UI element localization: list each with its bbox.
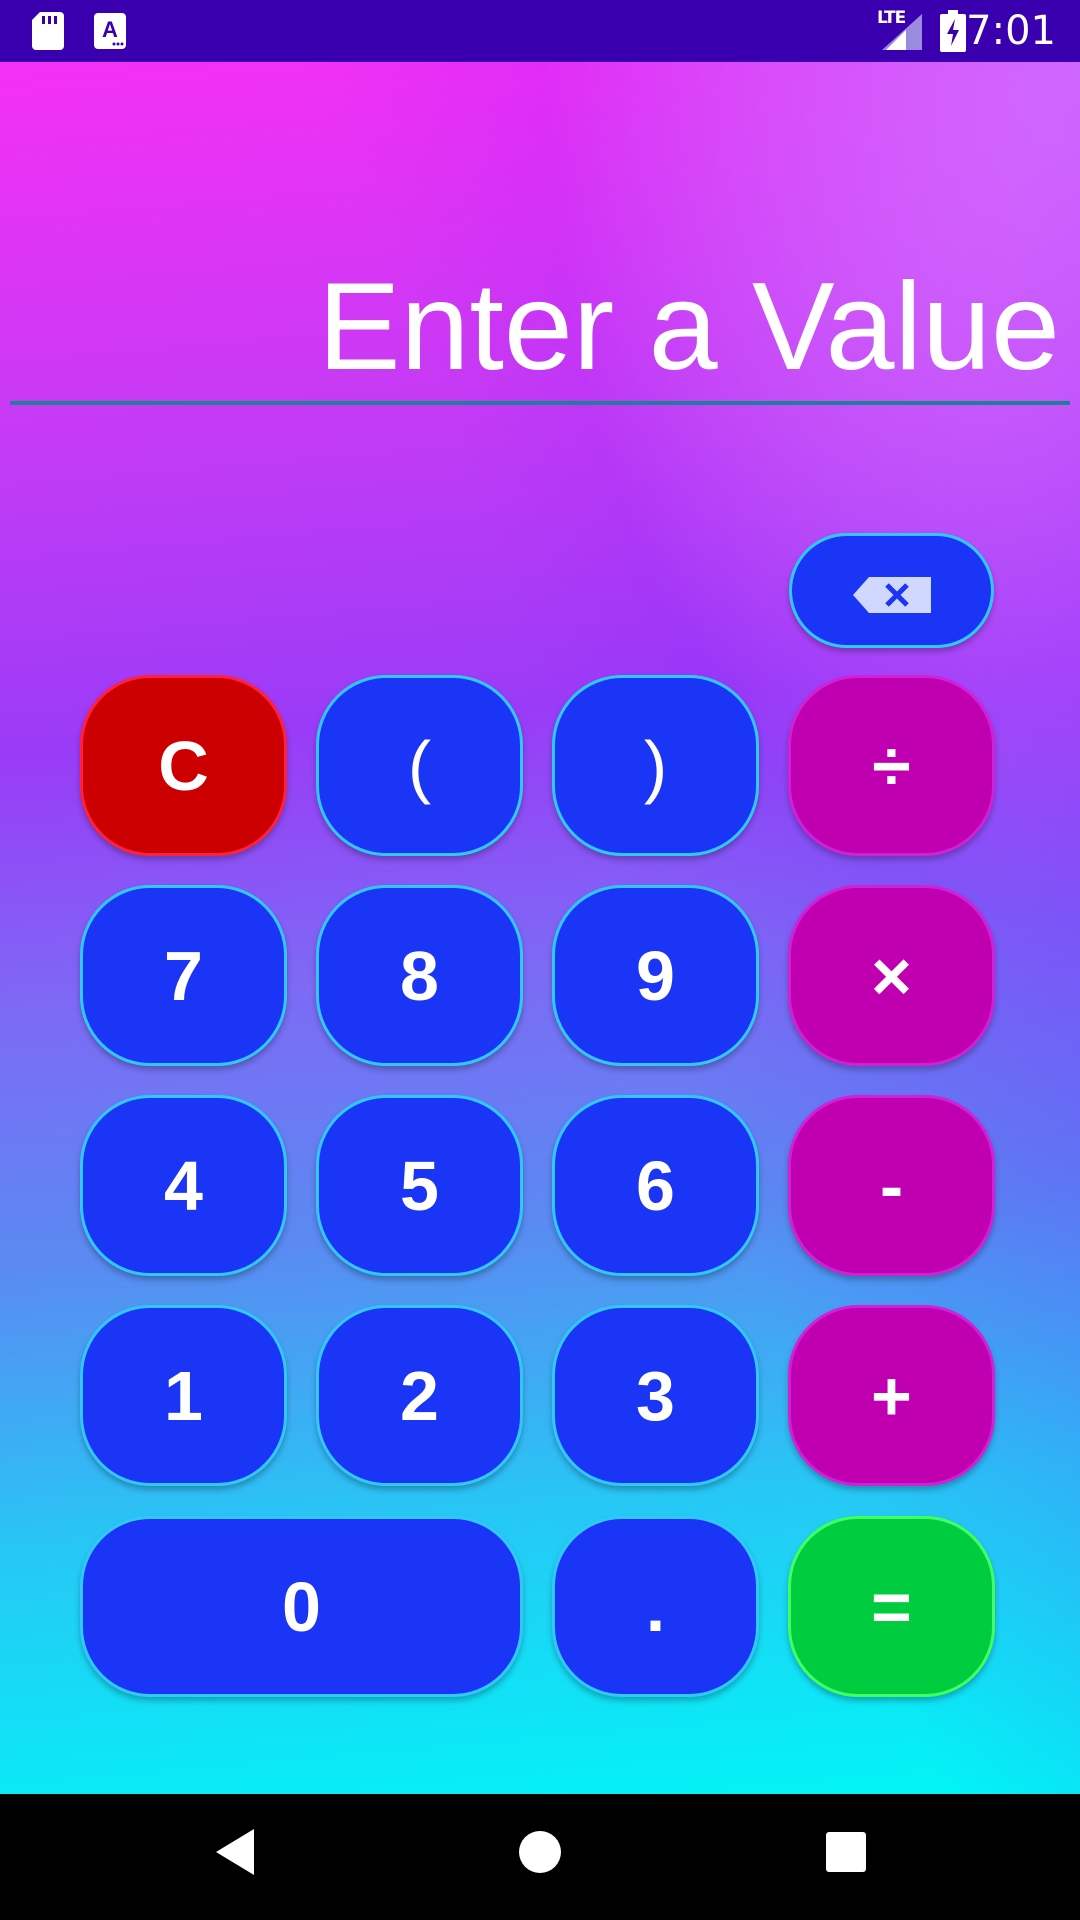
lte-signal-icon	[882, 14, 922, 54]
decimal-button[interactable]: .	[552, 1516, 759, 1697]
multiply-button[interactable]: ×	[788, 885, 995, 1066]
open-paren-button[interactable]: (	[316, 675, 523, 856]
navigation-bar	[0, 1794, 1080, 1920]
digit-2-button[interactable]: 2	[316, 1305, 523, 1486]
digit-5-button[interactable]: 5	[316, 1095, 523, 1276]
digit-7-button[interactable]: 7	[80, 885, 287, 1066]
clear-button[interactable]: C	[80, 675, 287, 856]
backspace-icon	[852, 551, 931, 631]
display-underline	[10, 401, 1070, 405]
digit-9-button[interactable]: 9	[552, 885, 759, 1066]
home-icon[interactable]	[518, 1827, 562, 1881]
digit-8-button[interactable]: 8	[316, 885, 523, 1066]
battery-charging-icon	[940, 10, 966, 56]
back-icon[interactable]	[214, 1827, 258, 1881]
backspace-button[interactable]	[789, 533, 994, 648]
equals-button[interactable]: =	[788, 1516, 995, 1697]
close-paren-button[interactable]: )	[552, 675, 759, 856]
digit-4-button[interactable]: 4	[80, 1095, 287, 1276]
text-input-icon: A	[94, 13, 126, 53]
digit-1-button[interactable]: 1	[80, 1305, 287, 1486]
expression-display[interactable]: Enter a Value	[10, 252, 1070, 402]
digit-3-button[interactable]: 3	[552, 1305, 759, 1486]
digit-0-button[interactable]: 0	[80, 1516, 523, 1697]
minus-button[interactable]: -	[788, 1095, 995, 1276]
divide-button[interactable]: ÷	[788, 675, 995, 856]
sd-card-icon	[32, 12, 64, 54]
status-bar: A LTE 7:01	[0, 0, 1080, 62]
calculator-screen: Enter a Value C ( ) ÷ 7 8 9 × 4 5 6 - 1 …	[0, 62, 1080, 1794]
plus-button[interactable]: +	[788, 1305, 995, 1486]
digit-6-button[interactable]: 6	[552, 1095, 759, 1276]
clock: 7:01	[966, 8, 1056, 54]
svg-text:A: A	[102, 17, 118, 42]
recents-icon[interactable]	[824, 1827, 868, 1881]
